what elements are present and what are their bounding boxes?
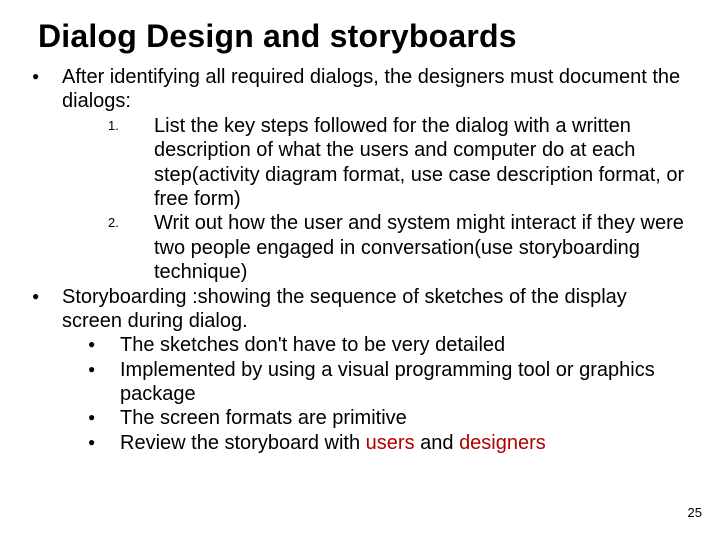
sub-bullet-1-text: The sketches don't have to be very detai… — [120, 334, 505, 356]
slide: Dialog Design and storyboards After iden… — [0, 0, 720, 540]
sub-bullet-4-text-a: Review the storyboard with — [120, 432, 366, 454]
bullet-top-2: Storyboarding :showing the sequence of s… — [28, 285, 692, 456]
page-number: 25 — [688, 505, 702, 520]
sub-bullet-2-text: Implemented by using a visual programmin… — [120, 359, 655, 405]
sub-bullet-4: Review the storyboard with users and des… — [80, 431, 692, 455]
sub-bullet-4-users: users — [366, 432, 415, 454]
slide-body: After identifying all required dialogs, … — [28, 65, 692, 455]
sub-bullet-1: The sketches don't have to be very detai… — [80, 333, 692, 357]
bullet-top-1: After identifying all required dialogs, … — [28, 65, 692, 285]
numbered-item-2-text: Writ out how the user and system might i… — [154, 212, 684, 283]
bullet-top-1-text: After identifying all required dialogs, … — [62, 66, 680, 112]
sub-bullet-3: The screen formats are primitive — [80, 406, 692, 430]
sub-bullet-4-text-c: and — [415, 432, 459, 454]
sub-bullet-2: Implemented by using a visual programmin… — [80, 358, 692, 407]
numbered-item-1-text: List the key steps followed for the dial… — [154, 115, 684, 210]
sub-bullet-3-text: The screen formats are primitive — [120, 407, 407, 429]
slide-title: Dialog Design and storyboards — [38, 18, 692, 55]
sub-bullet-4-designers: designers — [459, 432, 546, 454]
numbered-item-1: List the key steps followed for the dial… — [100, 114, 692, 212]
bullet-top-2-text: Storyboarding :showing the sequence of s… — [62, 286, 627, 332]
numbered-item-2: Writ out how the user and system might i… — [100, 211, 692, 284]
